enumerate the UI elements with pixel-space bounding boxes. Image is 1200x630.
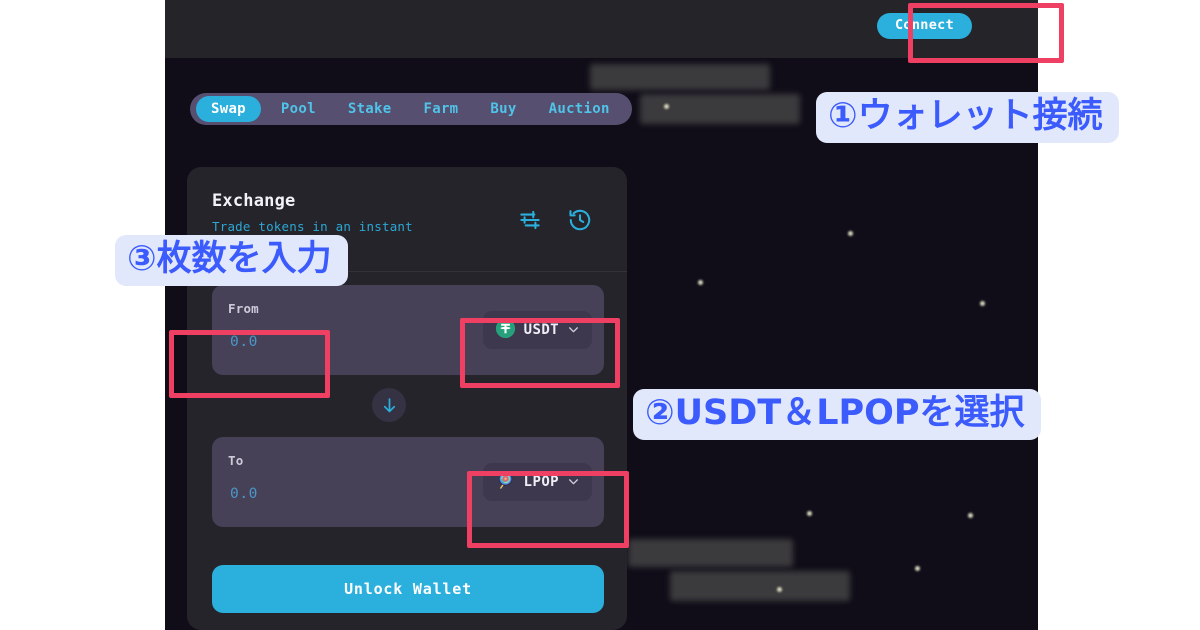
callout-2-select-tokens: ②USDT＆LPOPを選択 bbox=[633, 389, 1041, 440]
from-label: From bbox=[228, 301, 259, 316]
background-block bbox=[590, 64, 770, 90]
tab-stake[interactable]: Stake bbox=[332, 93, 408, 125]
exchange-subtitle: Trade tokens in an instant bbox=[212, 219, 413, 234]
highlight-connect-button bbox=[908, 3, 1064, 63]
callout-3-enter-amount: ③枚数を入力 bbox=[115, 235, 348, 286]
star-dot bbox=[968, 513, 973, 518]
to-label: To bbox=[228, 453, 244, 468]
highlight-from-token bbox=[460, 318, 620, 388]
star-dot bbox=[807, 511, 812, 516]
tab-swap[interactable]: Swap bbox=[196, 96, 261, 122]
star-dot bbox=[664, 104, 669, 109]
star-dot bbox=[980, 301, 985, 306]
tab-buy[interactable]: Buy bbox=[474, 93, 532, 125]
highlight-from-amount bbox=[169, 330, 330, 398]
tab-auction[interactable]: Auction bbox=[533, 93, 626, 125]
tab-farm[interactable]: Farm bbox=[408, 93, 475, 125]
tab-pool[interactable]: Pool bbox=[265, 93, 332, 125]
main-nav-tabs: Swap Pool Stake Farm Buy Auction bbox=[190, 93, 632, 125]
background-block bbox=[628, 539, 793, 567]
highlight-to-token bbox=[467, 471, 629, 548]
clock-history-icon[interactable] bbox=[567, 207, 593, 233]
callout-1-connect-wallet: ①ウォレット接続 bbox=[816, 92, 1119, 143]
swap-direction-button[interactable] bbox=[372, 388, 406, 422]
sliders-icon[interactable] bbox=[517, 207, 543, 233]
background-block bbox=[670, 571, 850, 601]
background-block bbox=[640, 94, 800, 124]
star-dot bbox=[777, 587, 782, 592]
to-amount-input[interactable] bbox=[228, 485, 412, 503]
unlock-wallet-button[interactable]: Unlock Wallet bbox=[212, 565, 604, 613]
star-dot bbox=[848, 231, 853, 236]
star-dot bbox=[915, 566, 920, 571]
exchange-title: Exchange bbox=[212, 191, 296, 211]
arrow-down-icon bbox=[383, 397, 395, 412]
star-dot bbox=[698, 280, 703, 285]
